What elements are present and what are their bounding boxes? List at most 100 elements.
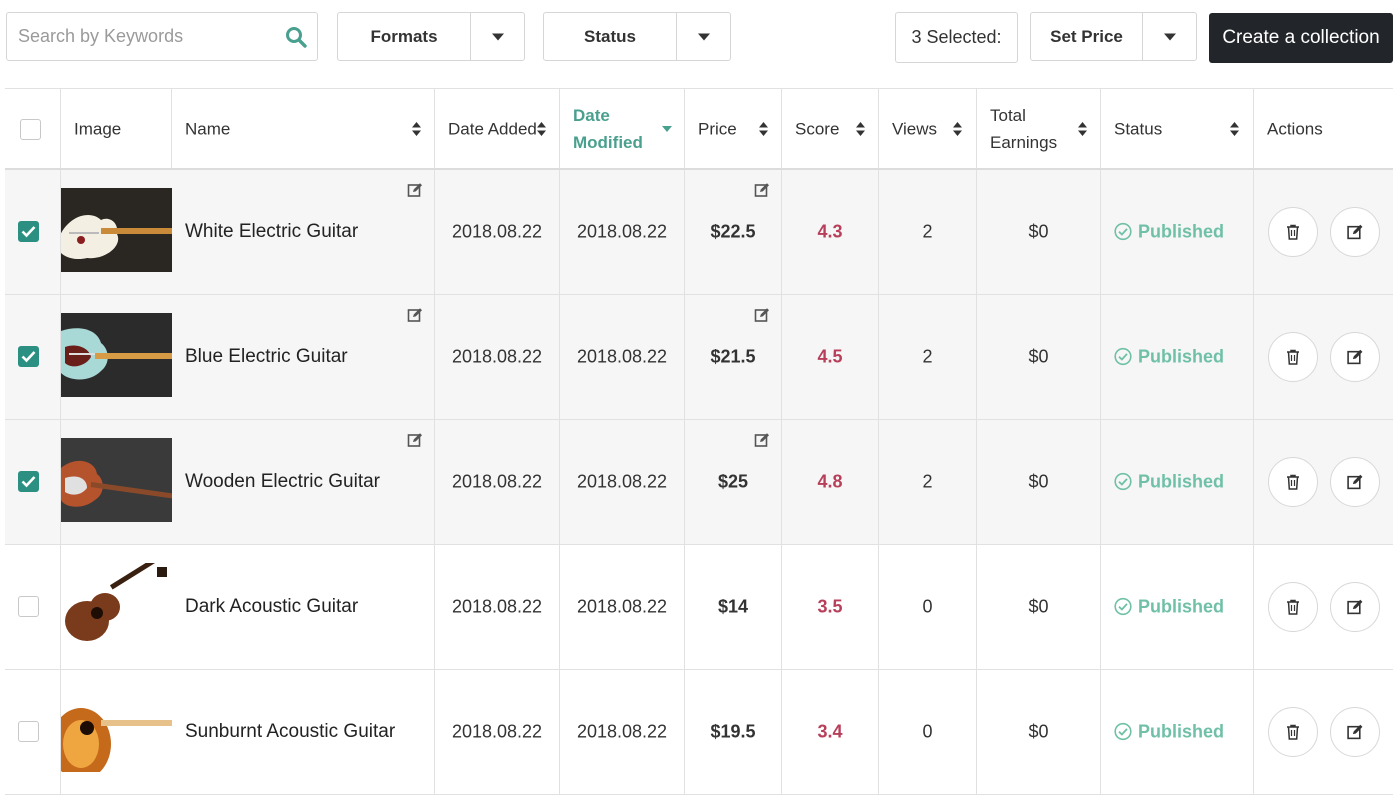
row-checkbox[interactable] [18, 471, 39, 492]
row-date-modified-cell: 2018.08.22 [560, 670, 685, 794]
formats-dropdown-toggle[interactable] [471, 13, 524, 60]
edit-icon [1347, 474, 1363, 490]
header-earnings-line2: Earnings [990, 132, 1058, 152]
earnings-value: $0 [1028, 721, 1049, 742]
header-name-label: Name [185, 119, 231, 138]
sort-desc-icon[interactable] [662, 125, 672, 132]
sort-icon[interactable] [1230, 121, 1239, 136]
search-box [6, 12, 318, 61]
row-name-cell: Blue Electric Guitar [172, 295, 435, 419]
row-name-cell: White Electric Guitar [172, 170, 435, 294]
delete-button[interactable] [1268, 582, 1318, 632]
row-select-cell [5, 545, 61, 669]
search-icon[interactable] [285, 26, 307, 48]
price-value: $21.5 [710, 346, 756, 367]
edit-icon [1347, 349, 1363, 365]
price-value: $19.5 [710, 721, 756, 742]
status-dropdown[interactable]: Status [543, 12, 731, 61]
selected-count: 3 Selected: [895, 12, 1018, 63]
sort-icon[interactable] [412, 121, 421, 136]
row-date-added-cell: 2018.08.22 [435, 295, 560, 419]
formats-dropdown[interactable]: Formats [337, 12, 525, 61]
row-actions-cell [1254, 170, 1393, 294]
date-modified: 2018.08.22 [576, 721, 668, 742]
header-name[interactable]: Name [172, 89, 435, 168]
sort-icon[interactable] [1078, 121, 1087, 136]
header-price[interactable]: Price [685, 89, 782, 168]
earnings-value: $0 [1028, 221, 1049, 242]
row-checkbox[interactable] [18, 596, 39, 617]
product-name[interactable]: White Electric Guitar [185, 221, 358, 243]
price-value: $14 [717, 596, 749, 617]
row-status-cell: Published [1101, 170, 1254, 294]
row-price-cell: $21.5 [685, 295, 782, 419]
wooden-electric-guitar-thumbnail [61, 438, 172, 522]
date-added: 2018.08.22 [451, 596, 543, 617]
row-price-cell: $14 [685, 545, 782, 669]
delete-button[interactable] [1268, 457, 1318, 507]
status-text: Published [1138, 596, 1225, 617]
product-name[interactable]: Dark Acoustic Guitar [185, 596, 358, 618]
delete-button[interactable] [1268, 707, 1318, 757]
row-actions-cell [1254, 670, 1393, 794]
product-name[interactable]: Blue Electric Guitar [185, 346, 348, 368]
select-all-checkbox[interactable] [20, 119, 41, 140]
row-select-cell [5, 420, 61, 544]
edit-button[interactable] [1330, 332, 1380, 382]
views-value: 2 [922, 471, 933, 492]
row-earnings-cell: $0 [977, 170, 1101, 294]
set-price-dropdown[interactable]: Set Price [1030, 12, 1197, 61]
edit-icon [1347, 224, 1363, 240]
edit-name-icon[interactable] [407, 432, 423, 448]
sort-icon[interactable] [537, 121, 546, 136]
date-modified: 2018.08.22 [576, 221, 668, 242]
row-views-cell: 2 [879, 170, 977, 294]
row-checkbox[interactable] [18, 721, 39, 742]
row-checkbox[interactable] [18, 221, 39, 242]
header-date-added[interactable]: Date Added [435, 89, 560, 168]
edit-button[interactable] [1330, 707, 1380, 757]
date-modified: 2018.08.22 [576, 596, 668, 617]
row-price-cell: $22.5 [685, 170, 782, 294]
delete-button[interactable] [1268, 207, 1318, 257]
header-status[interactable]: Status [1101, 89, 1254, 168]
header-views[interactable]: Views [879, 89, 977, 168]
edit-name-icon[interactable] [407, 307, 423, 323]
trash-icon [1287, 224, 1299, 240]
set-price-toggle[interactable] [1143, 13, 1196, 60]
product-name[interactable]: Wooden Electric Guitar [185, 471, 380, 493]
row-date-added-cell: 2018.08.22 [435, 545, 560, 669]
header-total-earnings[interactable]: Total Earnings [977, 89, 1101, 168]
row-checkbox[interactable] [18, 346, 39, 367]
sort-icon[interactable] [759, 121, 768, 136]
row-score-cell: 4.3 [782, 170, 879, 294]
create-collection-button[interactable]: Create a collection [1209, 13, 1393, 63]
date-added: 2018.08.22 [451, 346, 543, 367]
table-row: White Electric Guitar 2018.08.22 2018.08.2… [5, 170, 1393, 295]
row-status-cell: Published [1101, 670, 1254, 794]
check-circle-icon [1114, 597, 1132, 616]
sort-icon[interactable] [856, 121, 865, 136]
edit-button[interactable] [1330, 582, 1380, 632]
header-score[interactable]: Score [782, 89, 879, 168]
edit-price-icon[interactable] [754, 432, 770, 448]
edit-button[interactable] [1330, 457, 1380, 507]
trash-icon [1287, 599, 1299, 615]
caret-down-icon [697, 33, 710, 40]
status-dropdown-toggle[interactable] [677, 13, 730, 60]
product-name[interactable]: Sunburnt Acoustic Guitar [185, 721, 395, 743]
table-row: Sunburnt Acoustic Guitar 2018.08.22 2018.0… [5, 670, 1393, 795]
edit-price-icon[interactable] [754, 182, 770, 198]
delete-button[interactable] [1268, 332, 1318, 382]
header-date-modified[interactable]: Date Modified [560, 89, 685, 168]
row-date-added-cell: 2018.08.22 [435, 670, 560, 794]
header-views-label: Views [892, 119, 938, 138]
edit-name-icon[interactable] [407, 182, 423, 198]
search-input[interactable] [7, 13, 277, 60]
sort-icon[interactable] [953, 121, 962, 136]
edit-button[interactable] [1330, 207, 1380, 257]
row-date-added-cell: 2018.08.22 [435, 170, 560, 294]
header-image-label: Image [74, 119, 122, 138]
row-earnings-cell: $0 [977, 670, 1101, 794]
edit-price-icon[interactable] [754, 307, 770, 323]
